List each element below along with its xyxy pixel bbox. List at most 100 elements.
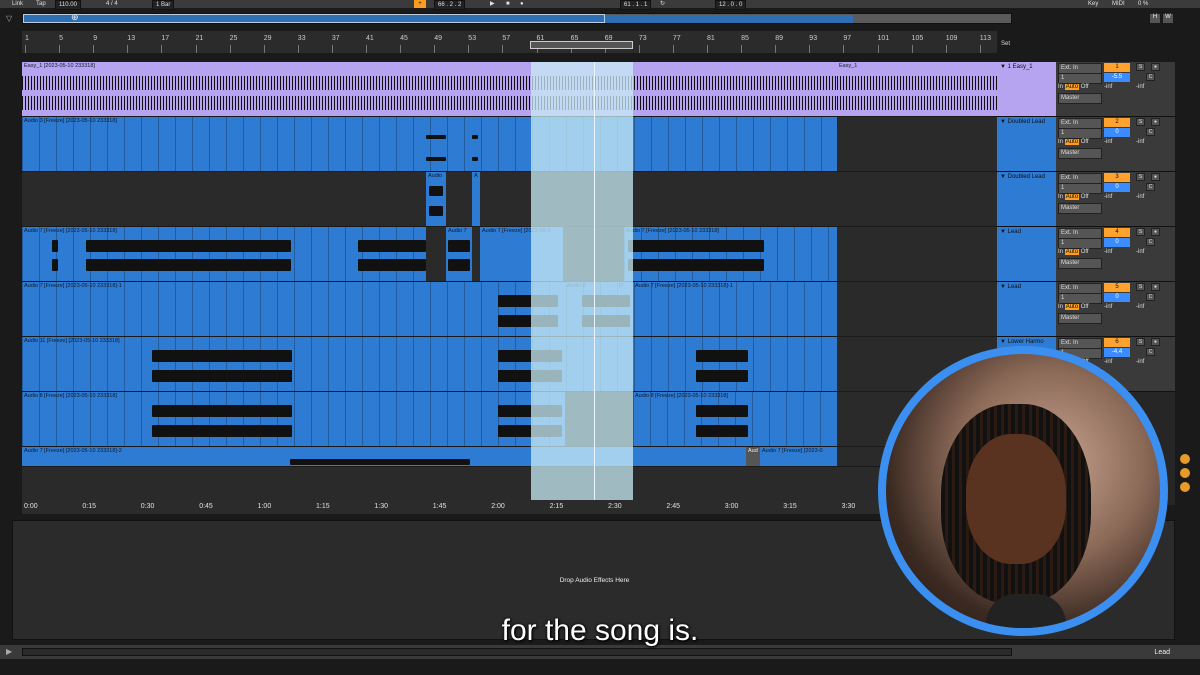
monitor-in-button[interactable]: In [1058, 304, 1063, 310]
monitor-auto-button[interactable]: Auto [1064, 304, 1080, 310]
loop-length-field[interactable]: 12 . 0 . 0 [715, 0, 747, 10]
arm-icon[interactable]: ● [1151, 173, 1160, 181]
w-button[interactable]: W [1163, 14, 1173, 23]
tap-button[interactable]: Tap [36, 0, 46, 8]
track-header[interactable]: ▼ Lead Ext. In 1 In Auto Off Master 5 0 S ● C -inf… [997, 282, 1175, 337]
output-select[interactable]: Master [1058, 313, 1102, 324]
monitor-off-button[interactable]: Off [1081, 304, 1089, 310]
track-header[interactable]: ▼ 1 Easy_1 Ext. In 1 In Auto Off Master 1 -5.5… [997, 62, 1175, 117]
monitor-in-button[interactable]: In [1058, 194, 1063, 200]
zoom-icon[interactable]: ⊕ [71, 12, 79, 23]
track-name[interactable]: ▼ Lead [997, 227, 1056, 281]
loop-icon[interactable]: ↻ [660, 0, 665, 8]
link-button[interactable]: Link [12, 0, 23, 8]
track-name[interactable]: ▼ Doubled Lead [997, 117, 1056, 171]
audio-clip[interactable]: Audio 7 [446, 227, 472, 281]
tempo-field[interactable]: 110.00 [55, 0, 81, 10]
track-header[interactable]: ▼ Doubled Lead Ext. In 1 In Auto Off Master 3… [997, 172, 1175, 227]
monitor-auto-button[interactable]: Auto [1064, 139, 1080, 145]
track-header[interactable]: ▼ Lead Ext. In 1 In Auto Off Master 4 0 S ● C -inf… [997, 227, 1175, 282]
arm-icon[interactable]: ● [1151, 338, 1160, 346]
track-activator-button[interactable]: 5 [1104, 283, 1130, 292]
fold-icon[interactable]: ▼ [1000, 174, 1008, 180]
track-lane-7[interactable]: Audio 8 [Freeze] [2023-05-10 233318] Aud… [22, 392, 997, 447]
fold-icon[interactable]: ▼ [1000, 119, 1008, 125]
loop-brace[interactable] [530, 41, 633, 49]
track-volume[interactable]: 0 [1104, 238, 1130, 247]
audio-clip[interactable]: Audio 7 [Freeze] [2023-05-10 233318]-2 [22, 447, 746, 466]
pan-center[interactable]: C [1146, 293, 1155, 301]
pan-center[interactable]: C [1146, 348, 1155, 356]
send-a-level[interactable]: -inf [1104, 83, 1112, 92]
send-a-level[interactable]: -inf [1104, 303, 1112, 312]
info-icon[interactable] [1180, 468, 1190, 478]
track-name[interactable]: ▼ Doubled Lead [997, 172, 1056, 226]
play-icon[interactable]: ▶ [490, 0, 495, 8]
loop-start-field[interactable]: 61 . 1 . 1 [620, 0, 652, 10]
audio-clip[interactable]: Audio 8 [Freeze] [2023-05-10 233318] [633, 392, 837, 446]
track-volume[interactable]: 0 [1104, 183, 1130, 192]
solo-button[interactable]: S [1136, 63, 1145, 71]
track-lane-3[interactable]: Audio A [22, 172, 997, 227]
overview-toggle-icon[interactable]: ▽ [6, 14, 12, 23]
fold-icon[interactable]: ▼ [1000, 284, 1008, 290]
fold-icon[interactable]: ▼ [1000, 64, 1008, 70]
track-lane-6[interactable]: Audio 11 [Freeze] [2023-05-10 233318] [22, 337, 997, 392]
monitor-off-button[interactable]: Off [1081, 194, 1089, 200]
monitor-in-button[interactable]: In [1058, 249, 1063, 255]
track-name[interactable]: ▼ 1 Easy_1 [997, 62, 1056, 116]
output-select[interactable]: Master [1058, 148, 1102, 159]
audio-clip[interactable]: Easy_1 [837, 62, 997, 116]
track-activator-button[interactable]: 6 [1104, 338, 1130, 347]
audio-clip[interactable]: Audio 7 [Freeze] [2023-05-10 233318] [624, 227, 837, 281]
browser-icon[interactable] [1180, 454, 1190, 464]
beat-time-ruler[interactable]: 1 5 9 13 17 21 25 29 33 37 41 45 49 53 57 61 65 69 73 77 81 8… [22, 31, 997, 53]
time-signature-field[interactable]: 4 / 4 [106, 0, 118, 8]
output-select[interactable]: Master [1058, 93, 1102, 104]
play-icon[interactable]: ▶ [6, 647, 12, 656]
monitor-in-button[interactable]: In [1058, 84, 1063, 90]
monitor-auto-button[interactable]: Auto [1064, 194, 1080, 200]
track-lane-8[interactable]: Audio 7 [Freeze] [2023-05-10 233318]-2 A… [22, 447, 997, 467]
arm-icon[interactable]: ● [1151, 118, 1160, 126]
quantize-menu[interactable]: 1 Bar [152, 0, 175, 10]
fold-icon[interactable]: ▼ [1000, 229, 1008, 235]
output-select[interactable]: Master [1058, 203, 1102, 214]
monitor-off-button[interactable]: Off [1081, 139, 1089, 145]
solo-button[interactable]: S [1136, 118, 1145, 126]
audio-clip[interactable]: Audio 7 [Freeze] [2023-0 [760, 447, 837, 466]
fold-icon[interactable]: ▼ [1000, 339, 1008, 345]
send-b-level[interactable]: -inf [1136, 138, 1144, 147]
send-a-level[interactable]: -inf [1104, 358, 1112, 367]
audio-clip[interactable]: Audio [426, 172, 446, 226]
audio-clip[interactable]: Audio 3 [Freeze] [2023-05-10 233318] [22, 117, 837, 171]
track-activator-button[interactable]: 1 [1104, 63, 1130, 72]
send-a-level[interactable]: -inf [1104, 248, 1112, 257]
track-volume[interactable]: 0 [1104, 128, 1130, 137]
track-name[interactable]: ▼ Lead [997, 282, 1056, 336]
track-lane-1[interactable]: Easy_1 [2023-05-10 233318] Easy_1 [22, 62, 997, 117]
track-volume[interactable]: 0 [1104, 293, 1130, 302]
track-header[interactable]: ▼ Doubled Lead Ext. In 1 In Auto Off Master 2… [997, 117, 1175, 172]
send-b-level[interactable]: -inf [1136, 248, 1144, 257]
h-button[interactable]: H [1150, 14, 1160, 23]
help-icon[interactable] [1180, 482, 1190, 492]
arm-icon[interactable]: ● [1151, 63, 1160, 71]
track-volume[interactable]: -5.5 [1104, 73, 1130, 82]
time-ruler[interactable]: 0:00 0:15 0:30 0:45 1:00 1:15 1:30 1:45 2:00 2:15… [22, 500, 997, 514]
audio-clip[interactable]: Easy_1 [2023-05-10 233318] [22, 62, 837, 116]
send-b-level[interactable]: -inf [1136, 303, 1144, 312]
pan-center[interactable]: C [1146, 128, 1155, 136]
solo-button[interactable]: S [1136, 338, 1145, 346]
record-icon[interactable]: ● [520, 0, 524, 8]
midi-map-button[interactable]: MIDI [1112, 0, 1125, 8]
monitor-off-button[interactable]: Off [1081, 84, 1089, 90]
track-activator-button[interactable]: 2 [1104, 118, 1130, 127]
audio-clip[interactable]: Audio 11 [Freeze] [2023-05-10 233318] [22, 337, 837, 391]
send-b-level[interactable]: -inf [1136, 193, 1144, 202]
pan-center[interactable]: C [1146, 238, 1155, 246]
monitor-auto-button[interactable]: Auto [1064, 249, 1080, 255]
arrangement-overview[interactable]: ⊕ [22, 12, 1012, 24]
audio-clip[interactable]: Aud [746, 447, 760, 466]
send-b-level[interactable]: -inf [1136, 83, 1144, 92]
